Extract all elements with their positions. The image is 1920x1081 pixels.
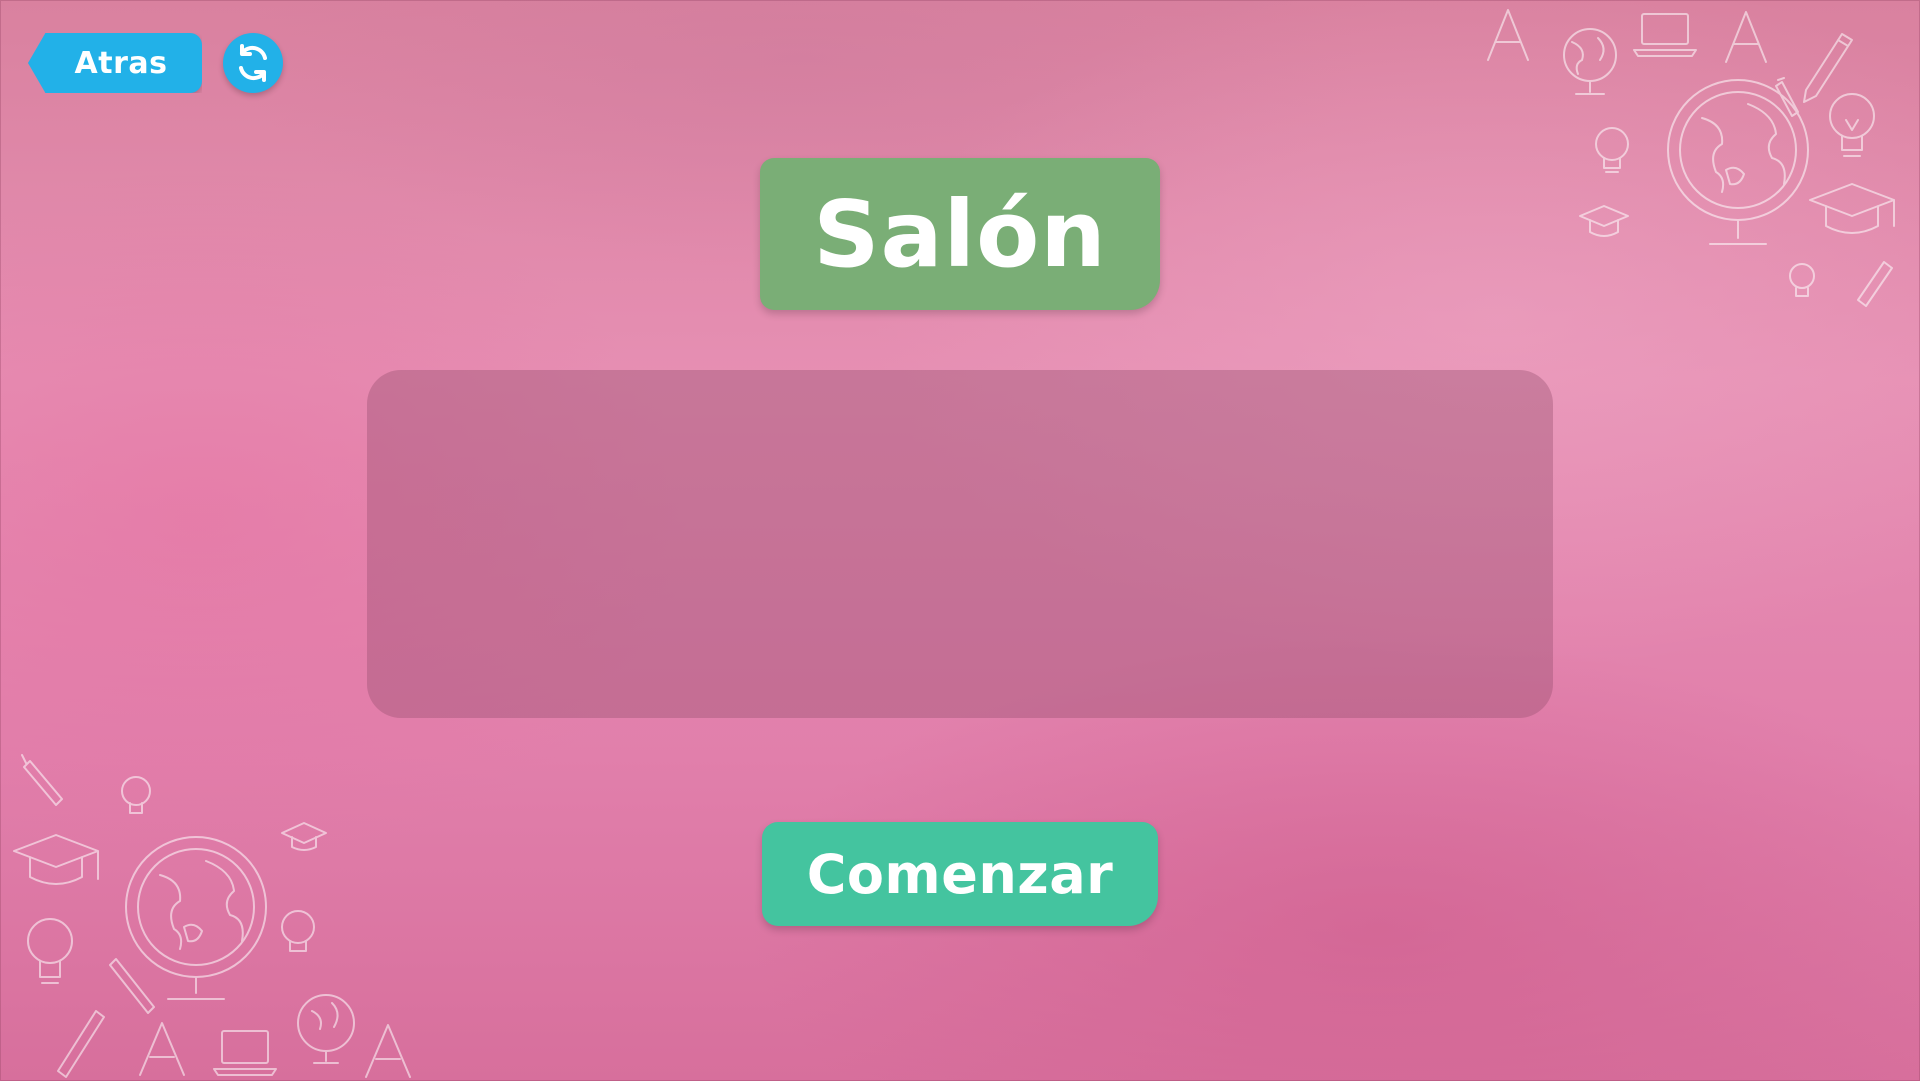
pencil-icon: [109, 958, 155, 1014]
lightbulb-icon: [1829, 93, 1875, 157]
graduation-cap-icon: [281, 822, 327, 851]
school-doodles-bottom-left: [13, 754, 411, 1078]
pencil-icon: [21, 754, 63, 806]
letter-a-icon: [1725, 11, 1767, 63]
refresh-button[interactable]: [223, 33, 283, 93]
laptop-icon: [213, 1030, 277, 1076]
school-doodles-top-right: [1487, 9, 1895, 307]
letter-a-icon: [139, 1022, 185, 1076]
graduation-cap-icon: [1579, 205, 1629, 237]
title-badge: Salón: [760, 158, 1160, 310]
lightbulb-icon: [281, 910, 315, 952]
graduation-cap-icon: [13, 834, 99, 885]
pencil-icon: [1857, 261, 1893, 307]
globe-icon: [125, 836, 267, 1000]
lightbulb-icon: [1789, 263, 1815, 297]
pencil-icon: [1803, 33, 1853, 103]
page-title: Salón: [813, 180, 1107, 288]
content-panel: [367, 370, 1553, 718]
lightbulb-icon: [121, 776, 151, 814]
back-button-label: Atras: [74, 45, 168, 81]
lightbulb-icon: [1595, 127, 1629, 173]
refresh-icon: [239, 44, 267, 82]
letter-a-icon: [365, 1024, 411, 1078]
laptop-icon: [1633, 13, 1697, 57]
globe-icon: [1563, 28, 1617, 95]
start-button[interactable]: Comenzar: [762, 822, 1158, 926]
start-button-label: Comenzar: [806, 842, 1114, 906]
pencil-icon: [57, 1010, 105, 1078]
letter-a-icon: [1487, 9, 1529, 61]
globe-icon: [297, 994, 355, 1064]
lightbulb-icon: [27, 918, 73, 984]
back-button[interactable]: Atras: [28, 33, 202, 93]
graduation-cap-icon: [1809, 183, 1895, 234]
